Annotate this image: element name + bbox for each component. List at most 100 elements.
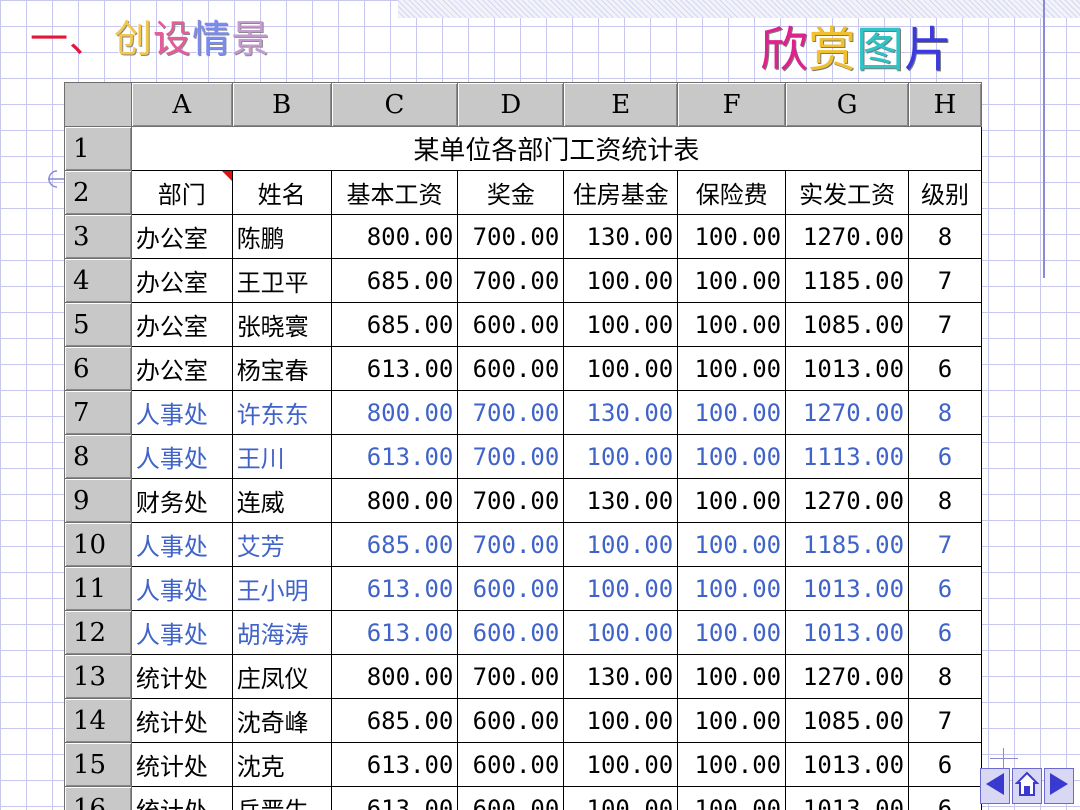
cell-housing-fund[interactable]: 130.00 xyxy=(563,478,679,523)
cell-housing-fund[interactable]: 100.00 xyxy=(563,610,679,655)
column-header-a[interactable]: A xyxy=(130,82,233,127)
cell-department[interactable]: 人事处 xyxy=(130,434,233,479)
cell-name[interactable]: 沈奇峰 xyxy=(231,698,332,743)
cell-name[interactable]: 胡海涛 xyxy=(231,610,332,655)
cell-base-salary[interactable]: 800.00 xyxy=(330,478,459,523)
row-header[interactable]: 11 xyxy=(64,566,132,611)
cell-level[interactable]: 6 xyxy=(908,786,982,810)
cell-department[interactable]: 人事处 xyxy=(130,610,233,655)
header-cell-bonus[interactable]: 奖金 xyxy=(457,170,565,215)
cell-bonus[interactable]: 600.00 xyxy=(457,610,565,655)
cell-base-salary[interactable]: 613.00 xyxy=(330,566,459,611)
cell-housing-fund[interactable]: 100.00 xyxy=(563,258,679,303)
cell-insurance[interactable]: 100.00 xyxy=(677,566,787,611)
cell-level[interactable]: 6 xyxy=(908,346,982,391)
cell-level[interactable]: 7 xyxy=(908,698,982,743)
cell-name[interactable]: 杨宝春 xyxy=(231,346,332,391)
cell-bonus[interactable]: 600.00 xyxy=(457,302,565,347)
row-header[interactable]: 13 xyxy=(64,654,132,699)
column-header-f[interactable]: F xyxy=(677,82,787,127)
cell-name[interactable]: 张晓寰 xyxy=(231,302,332,347)
cell-insurance[interactable]: 100.00 xyxy=(677,698,787,743)
row-header[interactable]: 7 xyxy=(64,390,132,435)
cell-department[interactable]: 人事处 xyxy=(130,522,233,567)
cell-level[interactable]: 8 xyxy=(908,390,982,435)
row-header[interactable]: 16 xyxy=(64,786,132,810)
cell-level[interactable]: 6 xyxy=(908,610,982,655)
select-all-corner[interactable] xyxy=(64,82,132,127)
cell-level[interactable]: 8 xyxy=(908,654,982,699)
row-header[interactable]: 5 xyxy=(64,302,132,347)
triangle-right-nav-button[interactable] xyxy=(1044,768,1074,804)
column-header-h[interactable]: H xyxy=(908,82,982,127)
cell-insurance[interactable]: 100.00 xyxy=(677,742,787,787)
cell-base-salary[interactable]: 800.00 xyxy=(330,214,459,259)
home-nav-button[interactable] xyxy=(1012,768,1042,804)
header-cell-department[interactable]: 部门 xyxy=(130,170,233,215)
cell-level[interactable]: 7 xyxy=(908,302,982,347)
column-header-b[interactable]: B xyxy=(231,82,332,127)
cell-bonus[interactable]: 600.00 xyxy=(457,742,565,787)
cell-bonus[interactable]: 700.00 xyxy=(457,522,565,567)
cell-level[interactable]: 6 xyxy=(908,742,982,787)
header-cell-base-salary[interactable]: 基本工资 xyxy=(330,170,459,215)
cell-base-salary[interactable]: 685.00 xyxy=(330,698,459,743)
cell-name[interactable]: 王卫平 xyxy=(231,258,332,303)
cell-net-salary[interactable]: 1013.00 xyxy=(785,346,910,391)
row-header[interactable]: 6 xyxy=(64,346,132,391)
row-header[interactable]: 1 xyxy=(64,126,132,171)
cell-housing-fund[interactable]: 100.00 xyxy=(563,566,679,611)
header-cell-level[interactable]: 级别 xyxy=(908,170,982,215)
cell-base-salary[interactable]: 613.00 xyxy=(330,742,459,787)
column-header-c[interactable]: C xyxy=(330,82,459,127)
header-cell-insurance[interactable]: 保险费 xyxy=(677,170,787,215)
cell-net-salary[interactable]: 1013.00 xyxy=(785,566,910,611)
cell-bonus[interactable]: 700.00 xyxy=(457,214,565,259)
cell-department[interactable]: 统计处 xyxy=(130,698,233,743)
cell-net-salary[interactable]: 1185.00 xyxy=(785,258,910,303)
cell-name[interactable]: 连威 xyxy=(231,478,332,523)
cell-insurance[interactable]: 100.00 xyxy=(677,346,787,391)
cell-department[interactable]: 办公室 xyxy=(130,302,233,347)
cell-housing-fund[interactable]: 130.00 xyxy=(563,654,679,699)
cell-level[interactable]: 7 xyxy=(908,258,982,303)
cell-housing-fund[interactable]: 100.00 xyxy=(563,742,679,787)
cell-base-salary[interactable]: 613.00 xyxy=(330,786,459,810)
cell-level[interactable]: 8 xyxy=(908,478,982,523)
cell-level[interactable]: 6 xyxy=(908,434,982,479)
cell-insurance[interactable]: 100.00 xyxy=(677,214,787,259)
cell-net-salary[interactable]: 1013.00 xyxy=(785,742,910,787)
table-title-cell[interactable]: 某单位各部门工资统计表 xyxy=(130,126,982,171)
row-header[interactable]: 14 xyxy=(64,698,132,743)
cell-bonus[interactable]: 700.00 xyxy=(457,434,565,479)
row-header[interactable]: 10 xyxy=(64,522,132,567)
cell-department[interactable]: 统计处 xyxy=(130,654,233,699)
cell-bonus[interactable]: 600.00 xyxy=(457,698,565,743)
cell-net-salary[interactable]: 1013.00 xyxy=(785,610,910,655)
cell-name[interactable]: 庄凤仪 xyxy=(231,654,332,699)
cell-department[interactable]: 办公室 xyxy=(130,258,233,303)
row-header[interactable]: 15 xyxy=(64,742,132,787)
cell-department[interactable]: 人事处 xyxy=(130,566,233,611)
cell-insurance[interactable]: 100.00 xyxy=(677,258,787,303)
cell-base-salary[interactable]: 685.00 xyxy=(330,302,459,347)
row-header[interactable]: 4 xyxy=(64,258,132,303)
row-header[interactable]: 12 xyxy=(64,610,132,655)
cell-net-salary[interactable]: 1113.00 xyxy=(785,434,910,479)
cell-net-salary[interactable]: 1270.00 xyxy=(785,214,910,259)
cell-net-salary[interactable]: 1013.00 xyxy=(785,786,910,810)
cell-department[interactable]: 人事处 xyxy=(130,390,233,435)
cell-insurance[interactable]: 100.00 xyxy=(677,434,787,479)
cell-insurance[interactable]: 100.00 xyxy=(677,390,787,435)
cell-housing-fund[interactable]: 130.00 xyxy=(563,214,679,259)
cell-department[interactable]: 财务处 xyxy=(130,478,233,523)
cell-insurance[interactable]: 100.00 xyxy=(677,654,787,699)
cell-name[interactable]: 王川 xyxy=(231,434,332,479)
cell-net-salary[interactable]: 1270.00 xyxy=(785,654,910,699)
cell-net-salary[interactable]: 1185.00 xyxy=(785,522,910,567)
column-header-e[interactable]: E xyxy=(563,82,679,127)
cell-name[interactable]: 沈克 xyxy=(231,742,332,787)
cell-bonus[interactable]: 700.00 xyxy=(457,654,565,699)
cell-base-salary[interactable]: 685.00 xyxy=(330,258,459,303)
column-header-g[interactable]: G xyxy=(785,82,910,127)
